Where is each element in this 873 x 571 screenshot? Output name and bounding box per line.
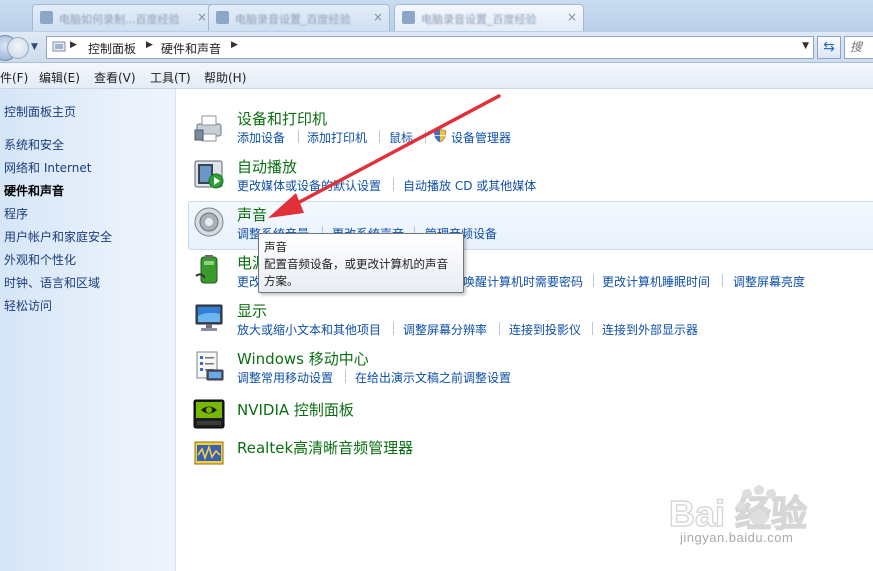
sidebar-item-appearance[interactable]: 外观和个性化 [4,251,76,268]
category-title-realtek[interactable]: Realtek高清晰音频管理器 [237,437,413,458]
breadcrumb-separator-icon[interactable]: ▶ [146,40,153,50]
uac-shield-icon [433,128,447,143]
menu-view[interactable]: 查看(V) [94,69,136,86]
tooltip-title: 声音 [264,240,287,254]
browser-tab[interactable]: 电脑录音设置_百度经验 × [208,4,390,31]
link-divider [425,130,426,143]
mobility-center-icon [196,351,224,381]
category-title-nvidia[interactable]: NVIDIA 控制面板 [237,399,354,420]
control-panel-icon [52,41,66,52]
close-icon[interactable]: × [567,10,577,24]
address-bar[interactable]: ▶ 控制面板 ▶ 硬件和声音 ▶ ▼ [46,36,814,59]
link-mouse[interactable]: 鼠标 [389,129,413,146]
navigation-sidebar: 控制面板主页 系统和安全 网络和 Internet 硬件和声音 程序 用户帐户和… [0,89,176,571]
watermark-url: jingyan.baidu.com [680,530,794,545]
link-divider [393,178,394,191]
category-title-autoplay[interactable]: 自动播放 [237,156,297,177]
link-device-manager[interactable]: 设备管理器 [451,129,511,146]
watermark-logo-text: Bai 经验 [669,493,807,534]
sidebar-item-network[interactable]: 网络和 Internet [4,159,91,176]
link-change-media-defaults[interactable]: 更改媒体或设备的默认设置 [237,177,381,194]
link-external-display[interactable]: 连接到外部显示器 [602,321,698,338]
link-divider [499,322,500,335]
browser-tab-active[interactable]: 电脑录音设置_百度经验 × [394,4,584,31]
menu-help[interactable]: 帮助(H) [204,69,246,86]
link-presentation-settings[interactable]: 在给出演示文稿之前调整设置 [355,369,511,386]
tab-label: 电脑录音设置_百度经验 [235,13,351,26]
tab-label: 电脑如何录制...百度经验 [59,13,180,26]
address-toolbar: ▼ ▶ 控制面板 ▶ 硬件和声音 ▶ ▼ ⇆ [0,32,873,63]
link-add-device[interactable]: 添加设备 [237,129,285,146]
address-dropdown-icon[interactable]: ▼ [802,41,809,51]
category-title-devices[interactable]: 设备和打印机 [237,108,327,129]
link-sleep-time[interactable]: 更改计算机睡眠时间 [602,273,710,290]
link-divider [298,130,299,143]
sidebar-item-user-accounts[interactable]: 用户帐户和家庭安全 [4,228,112,245]
link-screen-resolution[interactable]: 调整屏幕分辨率 [403,321,487,338]
link-add-printer[interactable]: 添加打印机 [307,129,367,146]
monitor-icon [195,304,223,331]
link-divider [379,130,380,143]
link-autoplay-cd[interactable]: 自动播放 CD 或其他媒体 [403,177,536,194]
page-icon [402,11,415,24]
search-input[interactable] [845,37,873,56]
breadcrumb-separator-icon[interactable]: ▶ [231,40,238,50]
link-divider [393,322,394,335]
close-icon[interactable]: × [197,10,207,24]
link-wake-password[interactable]: 唤醒计算机时需要密码 [463,273,583,290]
printer-icon [194,115,222,142]
sidebar-item-clock-region[interactable]: 时钟、语言和区域 [4,274,100,291]
breadcrumb-separator-icon[interactable]: ▶ [70,40,77,50]
link-divider [593,274,594,287]
link-text-size[interactable]: 放大或缩小文本和其他项目 [237,321,381,338]
menu-tools[interactable]: 工具(T) [150,69,191,86]
link-divider [592,322,593,335]
link-mobility-settings[interactable]: 调整常用移动设置 [237,369,333,386]
history-dropdown-icon[interactable]: ▼ [31,42,38,52]
nvidia-icon [193,399,225,429]
sound-tooltip: 声音 配置音频设备，或更改计算机的声音 方案。 [258,233,464,293]
link-divider [722,274,723,287]
browser-tab-strip: 电脑如何录制...百度经验 × 电脑录音设置_百度经验 × 电脑录音设置_百度经… [0,0,873,32]
tooltip-description-line2: 方案。 [264,274,299,288]
sidebar-item-ease-of-access[interactable]: 轻松访问 [4,297,52,314]
breadcrumb-control-panel[interactable]: 控制面板 [88,40,136,57]
tooltip-description-line1: 配置音频设备，或更改计算机的声音 [264,257,448,271]
autoplay-icon [194,160,224,189]
browser-tab[interactable]: 电脑如何录制...百度经验 × [32,4,214,31]
close-icon[interactable]: × [373,10,383,24]
realtek-audio-icon [194,441,224,465]
speaker-icon [194,207,224,237]
sidebar-item-home[interactable]: 控制面板主页 [4,103,76,120]
search-box[interactable] [844,36,873,59]
page-icon [40,11,53,24]
category-title-mobility-center[interactable]: Windows 移动中心 [237,348,369,369]
menu-bar: 件(F) 编辑(E) 查看(V) 工具(T) 帮助(H) [0,63,873,89]
link-connect-projector[interactable]: 连接到投影仪 [509,321,581,338]
sidebar-item-system-security[interactable]: 系统和安全 [4,136,64,153]
page-icon [216,11,229,24]
menu-file[interactable]: 件(F) [0,69,28,86]
refresh-button[interactable]: ⇆ [817,36,841,59]
refresh-icon: ⇆ [823,39,835,55]
forward-button[interactable] [7,37,29,59]
category-title-display[interactable]: 显示 [237,300,267,321]
breadcrumb-hardware-sound[interactable]: 硬件和声音 [161,40,221,57]
tab-label: 电脑录音设置_百度经验 [421,13,537,26]
link-divider [345,370,346,383]
sidebar-item-hardware-sound[interactable]: 硬件和声音 [4,182,64,199]
sidebar-item-programs[interactable]: 程序 [4,205,28,222]
power-battery-icon [195,255,218,284]
link-screen-brightness[interactable]: 调整屏幕亮度 [733,273,805,290]
category-title-sound[interactable]: 声音 [237,204,267,225]
menu-edit[interactable]: 编辑(E) [39,69,80,86]
